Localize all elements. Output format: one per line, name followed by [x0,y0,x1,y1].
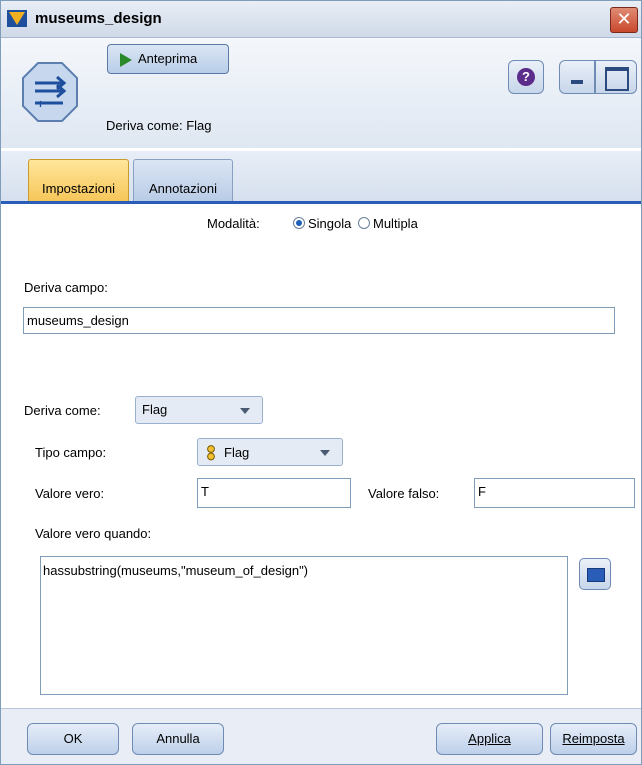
true-value-label: Valore vero: [35,486,105,501]
help-button[interactable]: ? [508,60,544,94]
true-when-expression[interactable]: hassubstring(museums,"museum_of_design") [40,556,568,695]
chevron-down-icon [240,408,250,414]
radio-multipla-label[interactable]: Multipla [373,216,418,231]
minimize-button[interactable] [559,60,595,94]
field-type-value: Flag [224,445,250,460]
reset-button[interactable]: Reimposta [550,723,637,755]
preview-button[interactable]: Anteprima [107,44,229,74]
chevron-down-icon [320,450,330,456]
field-type-label: Tipo campo: [35,445,107,460]
calculator-icon [587,568,605,582]
true-value-input[interactable]: T [197,478,351,508]
radio-singola[interactable] [293,217,305,229]
flag-type-icon [207,445,215,461]
button-bar: OK Annulla Applica Reimposta [1,708,641,764]
play-icon [120,53,132,67]
derive-field-label: Deriva campo: [24,280,108,295]
tab-impostazioni[interactable]: Impostazioni [28,159,129,201]
ok-button[interactable]: OK [27,723,119,755]
derive-as-value: Flag [142,402,168,417]
minimize-icon [571,80,583,84]
radio-singola-label[interactable]: Singola [308,216,351,231]
tab-label: Impostazioni [42,181,115,196]
svg-text:+: + [37,97,44,111]
tab-label: Annotazioni [149,181,217,196]
derive-node-dialog: museums_design ✕ + Anteprima ? Deriva co… [0,0,642,765]
maximize-button[interactable] [595,60,637,94]
preview-label: Anteprima [138,51,198,66]
settings-panel: Modalità: Singola Multipla Deriva campo:… [1,204,641,708]
maximize-icon [605,67,629,91]
close-button[interactable]: ✕ [610,7,638,33]
expression-builder-button[interactable] [579,558,611,590]
help-icon: ? [517,68,535,86]
false-value-label: Valore falso: [368,486,440,501]
derive-as-label: Deriva come: [24,403,101,418]
diamond-node-icon [7,10,27,27]
radio-multipla[interactable] [358,217,370,229]
false-value-input[interactable]: F [474,478,635,508]
apply-button[interactable]: Applica [436,723,543,755]
derive-node-icon: + [22,62,78,122]
tab-bar: Impostazioni Annotazioni [1,151,641,204]
title-bar[interactable]: museums_design ✕ [1,1,641,38]
derive-field-input[interactable]: museums_design [23,307,615,334]
derive-as-select[interactable]: Flag [135,396,263,424]
field-type-select[interactable]: Flag [197,438,343,466]
mode-label: Modalità: [207,216,260,231]
toolbar: + Anteprima ? Deriva come: Flag [1,38,641,148]
tab-annotazioni[interactable]: Annotazioni [133,159,233,201]
cancel-button[interactable]: Annulla [132,723,224,755]
derive-type-info: Deriva come: Flag [106,118,212,133]
window-title: museums_design [35,10,162,27]
true-when-label: Valore vero quando: [35,526,152,541]
